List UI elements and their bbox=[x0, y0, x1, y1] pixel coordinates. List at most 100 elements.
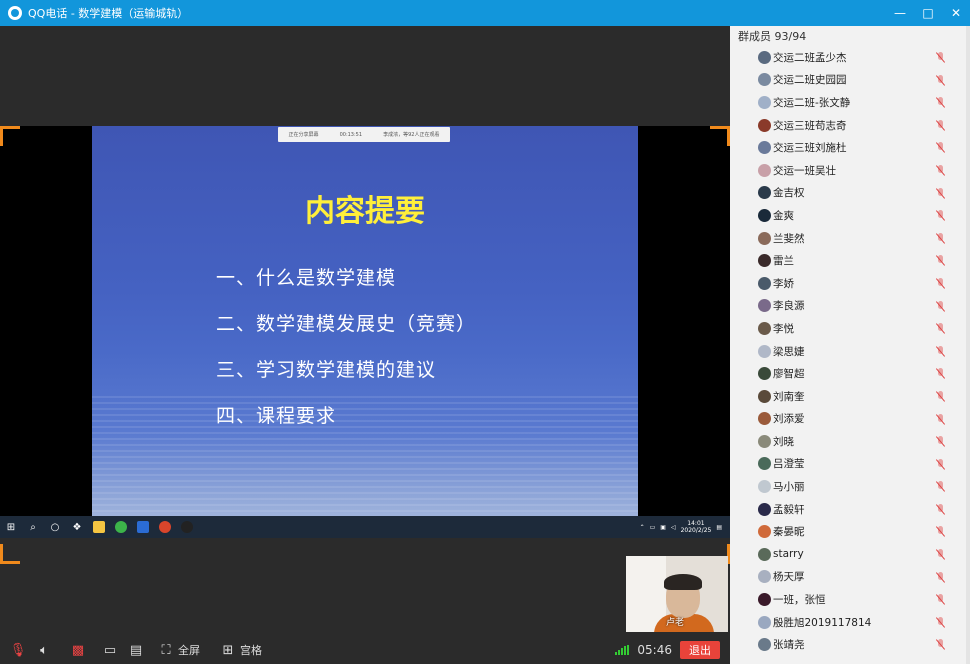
member-row[interactable]: starry bbox=[730, 543, 970, 566]
speaker-button[interactable]: 🔈︎ bbox=[36, 636, 52, 664]
exit-call-button[interactable]: 退出 bbox=[680, 641, 720, 659]
member-row[interactable]: 殷胜旭2019117814 bbox=[730, 611, 970, 634]
member-name: 吕澄莹 bbox=[773, 458, 805, 471]
window-controls: — □ ✕ bbox=[886, 0, 970, 26]
member-row[interactable]: 金吉权 bbox=[730, 182, 970, 205]
powerpoint-app-icon bbox=[154, 516, 176, 538]
member-name: 张靖尧 bbox=[773, 639, 805, 652]
member-row[interactable]: 刘南奎 bbox=[730, 385, 970, 408]
member-name: 交运三班苟志奇 bbox=[773, 119, 847, 132]
mic-muted-icon bbox=[935, 119, 946, 131]
member-avatar bbox=[758, 434, 771, 448]
member-name: 梁思婕 bbox=[773, 345, 805, 358]
member-row[interactable]: 交运二班-张文静 bbox=[730, 91, 970, 114]
member-row[interactable]: 李良源 bbox=[730, 295, 970, 318]
mic-muted-icon bbox=[935, 164, 946, 176]
grid-view-button[interactable]: ⊞ 宫格 bbox=[220, 636, 262, 664]
member-row[interactable]: 刘添爱 bbox=[730, 408, 970, 431]
member-row[interactable]: 交运三班刘施杜 bbox=[730, 136, 970, 159]
mic-muted-icon bbox=[935, 232, 946, 244]
fullscreen-button[interactable]: ⛶ 全屏 bbox=[158, 636, 200, 664]
presenter-hair bbox=[664, 574, 702, 590]
member-name: 李悦 bbox=[773, 322, 794, 335]
browser-icon bbox=[110, 516, 132, 538]
member-avatar bbox=[758, 208, 771, 222]
frame-corner-icon bbox=[0, 544, 20, 564]
member-row[interactable]: 交运三班苟志奇 bbox=[730, 114, 970, 137]
member-row[interactable]: 孟毅轩 bbox=[730, 498, 970, 521]
member-avatar bbox=[758, 367, 771, 381]
member-name: 交运二班史园园 bbox=[773, 74, 847, 87]
member-row[interactable]: 一班，张恒 bbox=[730, 588, 970, 611]
call-toolbar: 🎙︎ 🔈︎ ▩ ▭ ▤ ⛶ 全屏 ⊞ 宫格 05:46 退出 bbox=[0, 636, 730, 664]
slide-heading: 内容提要 bbox=[305, 194, 425, 229]
camera-button[interactable]: ▩ bbox=[70, 636, 86, 664]
mic-muted-icon bbox=[935, 74, 946, 86]
member-row[interactable]: 刘晓 bbox=[730, 430, 970, 453]
mic-muted-icon bbox=[935, 571, 946, 583]
member-avatar bbox=[758, 457, 771, 471]
maximize-button[interactable]: □ bbox=[914, 0, 942, 26]
slide-item: 三、学习数学建模的建议 bbox=[216, 359, 437, 381]
member-row[interactable]: 金爽 bbox=[730, 204, 970, 227]
member-name: 刘添爱 bbox=[773, 413, 805, 426]
slide-item: 二、数学建模发展史（竞赛） bbox=[216, 313, 477, 335]
windows-start-icon: ⊞ bbox=[6, 521, 16, 533]
tray-arrow-icon: ⌃ bbox=[639, 523, 645, 531]
slide-decoration bbox=[92, 396, 638, 536]
member-list-scrollbar[interactable] bbox=[966, 26, 970, 664]
presentation-button[interactable]: ▤ bbox=[128, 636, 144, 664]
mic-muted-icon bbox=[935, 549, 946, 560]
member-avatar bbox=[758, 638, 771, 652]
member-row[interactable]: 马小丽 bbox=[730, 475, 970, 498]
share-status-text: 正在分享屏幕 bbox=[288, 132, 319, 138]
mic-muted-icon bbox=[935, 300, 946, 312]
mic-muted-icon bbox=[935, 526, 946, 537]
member-row[interactable]: 张靖尧 bbox=[730, 633, 970, 656]
grid-icon: ⊞ bbox=[222, 642, 234, 658]
member-row[interactable]: 梁思婕 bbox=[730, 340, 970, 363]
close-button[interactable]: ✕ bbox=[942, 0, 970, 26]
member-row[interactable]: 杨天厚 bbox=[730, 566, 970, 589]
frame-corner-icon bbox=[710, 126, 730, 146]
member-row[interactable]: 雷兰 bbox=[730, 249, 970, 272]
member-name: 刘晓 bbox=[773, 435, 794, 448]
minimize-button[interactable]: — bbox=[886, 0, 914, 26]
member-row[interactable]: 李悦 bbox=[730, 317, 970, 340]
call-duration: 05:46 bbox=[637, 643, 672, 657]
member-row[interactable]: 兰斐然 bbox=[730, 227, 970, 250]
member-name: 廖智超 bbox=[773, 368, 805, 381]
member-row[interactable]: 秦晏昵 bbox=[730, 520, 970, 543]
shared-screen[interactable]: 正在分享屏幕 00:13:51 李成浓，等92人正在观看 内容提要 一、什么是数… bbox=[0, 126, 730, 564]
qq-app-icon bbox=[176, 516, 198, 538]
slide-item: 四、课程要求 bbox=[216, 405, 337, 427]
member-row[interactable]: 交运二班史园园 bbox=[730, 69, 970, 92]
frame-corner-icon bbox=[0, 126, 20, 146]
mute-mic-button[interactable]: 🎙︎ bbox=[10, 636, 27, 664]
window-title: QQ电话 - 数学建模（运输城轨） bbox=[28, 7, 189, 20]
share-screen-button[interactable]: ▭ bbox=[102, 636, 118, 664]
member-name: 交运三班刘施杜 bbox=[773, 142, 847, 155]
mic-muted-icon bbox=[935, 503, 946, 515]
member-avatar bbox=[758, 344, 771, 358]
member-row[interactable]: 李娇 bbox=[730, 272, 970, 295]
shared-screen-area: 正在分享屏幕 00:13:51 李成浓，等92人正在观看 内容提要 一、什么是数… bbox=[0, 26, 730, 636]
search-icon: ⌕ bbox=[30, 521, 36, 533]
presenter-video[interactable]: 卢老 bbox=[626, 556, 728, 632]
member-avatar bbox=[758, 547, 771, 561]
member-row[interactable]: 吕澄莹 bbox=[730, 453, 970, 476]
mic-muted-icon bbox=[935, 390, 946, 402]
volume-icon: ◁ bbox=[670, 523, 676, 531]
member-name: 金吉权 bbox=[773, 187, 805, 200]
member-name: 孟毅轩 bbox=[773, 503, 805, 516]
member-avatar bbox=[758, 141, 771, 155]
mic-muted-icon bbox=[935, 255, 946, 266]
member-name: 殷胜旭2019117814 bbox=[773, 616, 872, 629]
member-avatar bbox=[758, 95, 771, 109]
member-row[interactable]: 交运二班孟少杰 bbox=[730, 46, 970, 69]
camera-off-icon: ▩ bbox=[71, 642, 85, 658]
qq-call-logo-icon bbox=[8, 6, 22, 20]
member-name: starry bbox=[773, 548, 804, 561]
member-row[interactable]: 廖智超 bbox=[730, 362, 970, 385]
member-row[interactable]: 交运一班吴壮 bbox=[730, 159, 970, 182]
